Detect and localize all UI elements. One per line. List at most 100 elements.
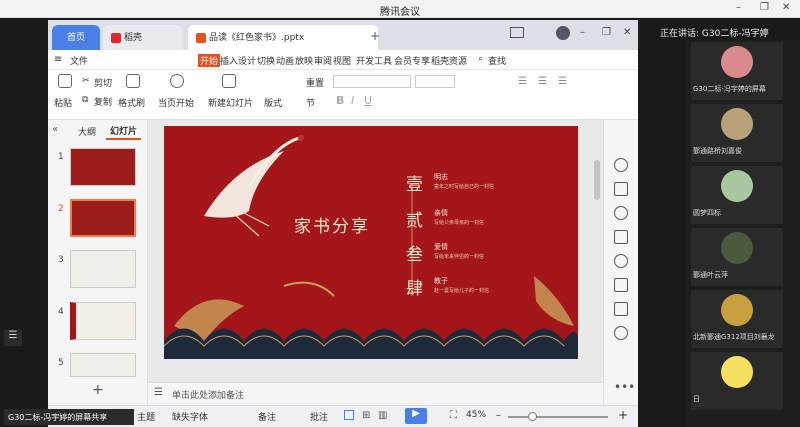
- slide-thumbnail-2[interactable]: [70, 199, 136, 237]
- zoom-level[interactable]: 45%: [466, 410, 486, 420]
- meeting-title-bar: 腾讯会议 – ❐ ✕: [0, 0, 800, 18]
- menu-start[interactable]: 开始: [198, 54, 221, 67]
- zoom-out-icon[interactable]: –: [496, 410, 501, 421]
- restore-icon[interactable]: ❐: [602, 27, 611, 38]
- add-slide-icon[interactable]: +: [92, 382, 104, 398]
- pptx-icon: [196, 32, 206, 43]
- paste-button[interactable]: 粘贴: [54, 96, 72, 109]
- item-name: 亲情: [434, 209, 448, 217]
- chat-icon[interactable]: ☰: [4, 330, 22, 346]
- user-avatar[interactable]: [556, 26, 570, 40]
- location-icon[interactable]: [614, 326, 628, 340]
- item-desc: 赵一曼写给儿子的一封信: [434, 288, 490, 294]
- cut-button[interactable]: 剪切: [94, 76, 112, 89]
- menu-animation[interactable]: 动画: [276, 54, 294, 67]
- reading-view-icon[interactable]: ▥: [378, 410, 387, 421]
- participant-card[interactable]: 圆梦四标: [691, 166, 783, 224]
- slide-thumbnail-4[interactable]: [70, 302, 136, 340]
- participant-card[interactable]: 鄞通叶云萍: [691, 228, 783, 286]
- menu-devtools[interactable]: 开发工具: [356, 54, 392, 67]
- search-label[interactable]: 查找: [488, 54, 506, 67]
- menu-design[interactable]: 设计: [238, 54, 256, 67]
- status-bar: Office 主题 缺失字体 备注 批注 ⊞ ▥ ▶ ⛶ 45% – +: [48, 405, 638, 427]
- tab-docer[interactable]: 稻壳: [103, 25, 183, 50]
- participant-card[interactable]: 鄞通路桥刘嘉俊: [691, 104, 783, 162]
- menu-docer-res[interactable]: 稻壳资源: [431, 54, 467, 67]
- copy-button[interactable]: 复制: [94, 95, 112, 108]
- missing-font-button[interactable]: 缺失字体: [172, 410, 208, 423]
- section-button[interactable]: 节: [306, 96, 315, 109]
- zoom-slider[interactable]: [508, 416, 608, 418]
- italic-icon[interactable]: I: [351, 94, 354, 107]
- format-painter-icon[interactable]: [126, 74, 140, 88]
- tab-bar: 首页 稻壳 品读《红色家书》.pptx + – ❐ ✕: [48, 20, 638, 50]
- menu-file[interactable]: 文件: [70, 54, 88, 67]
- window-mode-icon[interactable]: [510, 27, 524, 38]
- align-center-icon[interactable]: ☰: [538, 76, 547, 87]
- participant-card[interactable]: G30二标-冯宇婷的屏幕: [691, 42, 783, 100]
- hamburger-icon[interactable]: ≡: [54, 54, 62, 65]
- image-icon[interactable]: [614, 278, 628, 292]
- tab-home[interactable]: 首页: [52, 25, 100, 50]
- paste-icon[interactable]: [58, 74, 72, 88]
- normal-view-icon[interactable]: [344, 410, 354, 420]
- tab-outline[interactable]: 大纲: [78, 125, 96, 138]
- close-icon[interactable]: ✕: [782, 2, 790, 13]
- collapse-panel-icon[interactable]: «: [52, 124, 58, 135]
- comments-toggle[interactable]: 批注: [310, 410, 328, 423]
- participant-card[interactable]: 日: [691, 352, 783, 410]
- menu-transition[interactable]: 切换: [257, 54, 275, 67]
- new-tab-icon[interactable]: +: [370, 29, 380, 43]
- notes-toggle[interactable]: 备注: [258, 410, 276, 423]
- bold-icon[interactable]: B: [336, 94, 344, 107]
- layout-icon[interactable]: [614, 230, 628, 244]
- vertical-scrollbar[interactable]: [594, 160, 600, 200]
- rocket-icon[interactable]: [614, 158, 628, 172]
- avatar: [721, 232, 753, 264]
- align-right-icon[interactable]: ☰: [558, 76, 567, 87]
- star-icon[interactable]: [614, 206, 628, 220]
- menu-slideshow[interactable]: 放映: [295, 54, 313, 67]
- search-icon[interactable]: ⌕: [478, 54, 483, 64]
- menu-member[interactable]: 会员专享: [394, 54, 430, 67]
- font-family-select[interactable]: [333, 75, 411, 88]
- play-icon[interactable]: [170, 74, 184, 88]
- close-icon[interactable]: ✕: [623, 27, 631, 38]
- restore-icon[interactable]: ❐: [760, 2, 769, 13]
- scissors-icon[interactable]: ✂: [82, 76, 90, 86]
- layout-button[interactable]: 版式: [264, 96, 282, 109]
- align-left-icon[interactable]: ☰: [518, 76, 527, 87]
- chart-icon[interactable]: [614, 302, 628, 316]
- help-icon[interactable]: [614, 254, 628, 268]
- more-icon[interactable]: •••: [614, 380, 635, 394]
- menu-review[interactable]: 审阅: [314, 54, 332, 67]
- slide-thumbnail-1[interactable]: [70, 148, 136, 186]
- zoom-in-icon[interactable]: +: [618, 408, 628, 422]
- copy-icon[interactable]: ⧉: [82, 95, 88, 105]
- menu-insert[interactable]: 插入: [220, 54, 238, 67]
- participant-card[interactable]: 北新鄞通G312项目刘襄龙: [691, 290, 783, 348]
- font-size-select[interactable]: [415, 75, 455, 88]
- format-painter-button[interactable]: 格式刷: [118, 96, 145, 109]
- minimize-icon[interactable]: –: [736, 2, 741, 13]
- grid-view-icon[interactable]: ⊞: [362, 410, 370, 421]
- play-from-current-button[interactable]: 当页开始: [158, 96, 194, 109]
- current-slide[interactable]: 家书分享 壹 明志 童年之时写给自己的一封信 贰 亲情 写给父亲母亲的一封信 叁…: [164, 126, 578, 359]
- slide-thumbnail-5[interactable]: [70, 353, 136, 377]
- avatar: [721, 294, 753, 326]
- new-slide-icon[interactable]: [222, 74, 236, 88]
- settings-sliders-icon[interactable]: [614, 182, 628, 196]
- new-slide-button[interactable]: 新建幻灯片: [208, 96, 253, 109]
- fit-screen-icon[interactable]: ⛶: [450, 410, 457, 421]
- menu-view[interactable]: 视图: [333, 54, 351, 67]
- reset-button[interactable]: 重置: [306, 76, 324, 89]
- slide-thumbnail-3[interactable]: [70, 250, 136, 288]
- notes-input[interactable]: 单击此处添加备注: [172, 388, 244, 401]
- play-slideshow-button[interactable]: ▶: [405, 408, 427, 424]
- zoom-slider-thumb[interactable]: [528, 412, 537, 421]
- tab-file[interactable]: 品读《红色家书》.pptx: [188, 25, 378, 50]
- item-number: 肆: [406, 279, 423, 299]
- underline-icon[interactable]: U: [364, 94, 372, 107]
- tab-slides[interactable]: 幻灯片: [106, 123, 142, 140]
- minimize-icon[interactable]: –: [580, 27, 585, 38]
